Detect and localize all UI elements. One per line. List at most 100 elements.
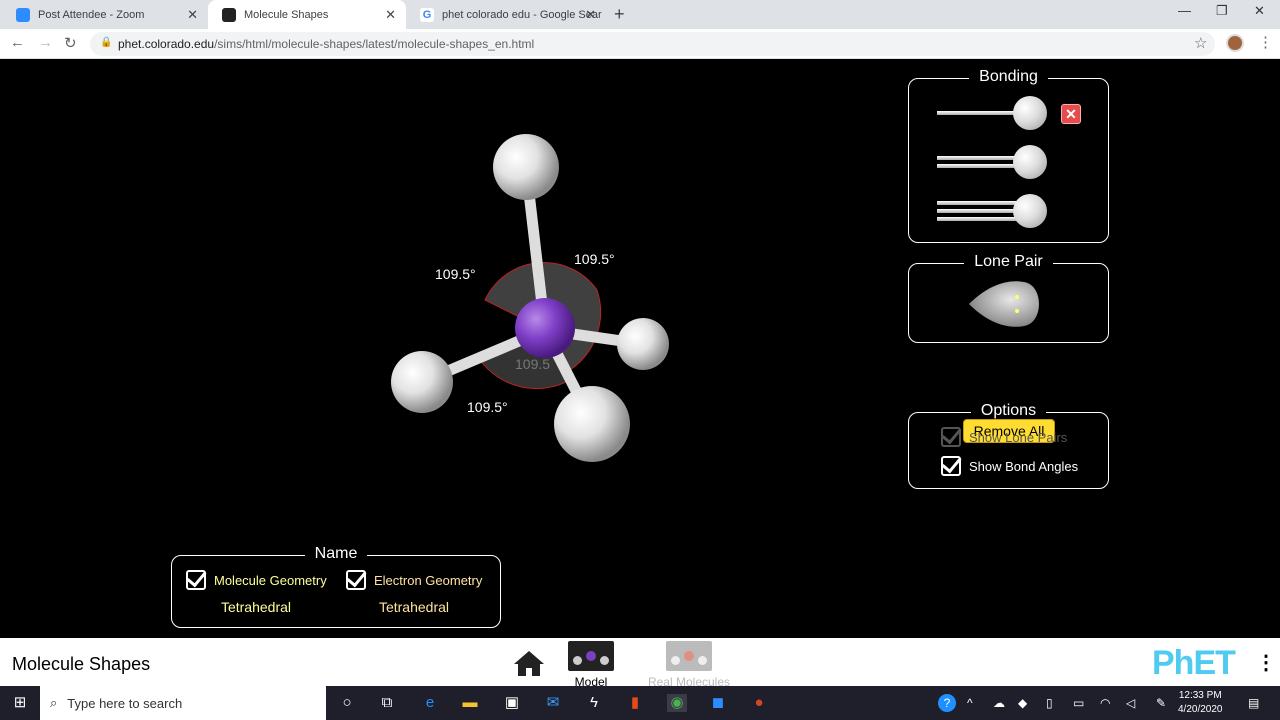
- molecule-geometry-value: Tetrahedral: [220, 599, 292, 615]
- model-screen-icon: [568, 641, 614, 671]
- show-bond-angles-checkbox[interactable]: Show Bond Angles: [941, 456, 1078, 476]
- minimize-icon[interactable]: —: [1178, 3, 1191, 18]
- maximize-icon[interactable]: ❐: [1216, 3, 1228, 19]
- home-icon[interactable]: [512, 649, 546, 677]
- bond-angle-label: 109.5°: [435, 266, 476, 282]
- phet-menu-icon[interactable]: ⋮: [1256, 650, 1276, 675]
- help-icon[interactable]: ?: [938, 694, 956, 712]
- checkbox-label: Molecule Geometry: [214, 572, 327, 588]
- sim-title: Molecule Shapes: [12, 654, 151, 674]
- checkbox-label: Show Lone Pairs: [969, 429, 1068, 445]
- browser-menu-icon[interactable]: ⋮: [1258, 33, 1273, 51]
- close-icon[interactable]: ✕: [585, 7, 596, 23]
- tab-zoom[interactable]: Post Attendee - Zoom ✕: [2, 0, 208, 29]
- molecule-geometry-checkbox[interactable]: Molecule Geometry: [186, 570, 327, 590]
- tray-expand-icon[interactable]: ^: [967, 696, 973, 710]
- microphone-icon[interactable]: ▯: [1046, 696, 1053, 710]
- tab-title: phet colorado edu - Google Sear: [442, 8, 602, 21]
- simulation-canvas[interactable]: 109.5° 109.5° 109.5° 109.5 Bonding ✕ Lon…: [0, 60, 1280, 689]
- window-close-icon[interactable]: ✕: [1254, 3, 1265, 19]
- volume-icon[interactable]: ◁: [1126, 696, 1135, 710]
- atom-top[interactable]: [493, 134, 559, 200]
- screen-button-real-molecules[interactable]: Real Molecules: [640, 641, 738, 689]
- bond-angle-label: 109.5°: [574, 251, 615, 267]
- show-lone-pairs-checkbox[interactable]: Show Lone Pairs: [941, 427, 1067, 447]
- triple-bond-button[interactable]: [937, 194, 1052, 228]
- electron-geometry-checkbox[interactable]: Electron Geometry: [346, 570, 482, 590]
- address-bar: ← → ↻ 🔒 phet.colorado.edu/sims/html/mole…: [0, 29, 1280, 59]
- office-icon[interactable]: ▮: [625, 694, 645, 712]
- battery-icon[interactable]: ▭: [1073, 696, 1084, 710]
- mail-icon[interactable]: ✉: [543, 694, 563, 712]
- edge-icon[interactable]: e: [420, 694, 440, 712]
- close-icon[interactable]: ✕: [187, 7, 198, 23]
- phet-icon: [222, 7, 236, 22]
- lock-icon: 🔒: [100, 37, 113, 48]
- app-icon[interactable]: ϟ: [584, 694, 604, 712]
- wifi-icon[interactable]: ◠: [1100, 696, 1110, 710]
- tab-title: Post Attendee - Zoom: [38, 8, 145, 21]
- tab-molecule-shapes[interactable]: Molecule Shapes ✕: [208, 0, 406, 29]
- bookmark-star-icon[interactable]: ☆: [1194, 34, 1207, 52]
- remove-bond-button[interactable]: ✕: [1061, 104, 1081, 124]
- file-explorer-icon[interactable]: ▬: [460, 694, 480, 712]
- profile-avatar[interactable]: [1226, 34, 1244, 52]
- name-panel: Name Molecule Geometry Electron Geometry…: [171, 545, 501, 628]
- browser-tab-bar: Post Attendee - Zoom ✕ Molecule Shapes ✕…: [0, 0, 1280, 29]
- double-bond-button[interactable]: [937, 145, 1052, 179]
- taskbar-search-box[interactable]: ⌕ Type here to search: [40, 686, 326, 720]
- options-panel: Options Show Lone Pairs Show Bond Angles: [908, 402, 1109, 489]
- cortana-icon[interactable]: ○: [337, 694, 357, 712]
- close-icon[interactable]: ✕: [385, 7, 396, 23]
- clock-date: 4/20/2020: [1178, 704, 1223, 715]
- store-icon[interactable]: ▣: [502, 694, 522, 712]
- single-bond-button[interactable]: [937, 96, 1052, 130]
- pen-icon[interactable]: ✎: [1156, 696, 1166, 710]
- windows-taskbar: ⊞ ⌕ Type here to search ○ ⧉ e ▬ ▣ ✉ ϟ ▮ …: [0, 686, 1280, 720]
- panel-title: Lone Pair: [964, 253, 1053, 270]
- atom-left[interactable]: [391, 351, 453, 413]
- checkbox-icon: [941, 427, 961, 447]
- zoom-icon: [16, 7, 30, 22]
- onedrive-icon[interactable]: ☁: [993, 696, 1005, 710]
- bond-angle-label: 109.5: [515, 356, 551, 372]
- phet-navigation-bar: Molecule Shapes Model Real Molecules PhE…: [0, 638, 1280, 689]
- taskbar-clock[interactable]: 12:33 PM 4/20/2020: [1178, 689, 1223, 717]
- panel-title: Bonding: [969, 68, 1048, 85]
- dropbox-icon[interactable]: ◆: [1018, 696, 1027, 710]
- powerpoint-icon[interactable]: ●: [749, 694, 769, 712]
- bonding-panel: Bonding ✕: [908, 68, 1109, 243]
- phet-logo[interactable]: PhET: [1152, 644, 1236, 683]
- checkbox-icon: [186, 570, 206, 590]
- zoom-icon[interactable]: ◼: [708, 694, 728, 712]
- lone-pair-button[interactable]: [969, 279, 1049, 329]
- forward-icon[interactable]: →: [38, 34, 53, 51]
- checkbox-label: Show Bond Angles: [969, 458, 1079, 474]
- windows-start-icon[interactable]: ⊞: [10, 694, 30, 712]
- new-tab-icon[interactable]: +: [614, 4, 625, 25]
- lone-pair-panel: Lone Pair: [908, 253, 1109, 343]
- google-icon: G: [420, 7, 434, 22]
- task-view-icon[interactable]: ⧉: [377, 694, 397, 712]
- bond-angle-label: 109.5°: [467, 399, 508, 415]
- atom-bottom[interactable]: [554, 386, 630, 462]
- screen-button-model[interactable]: Model: [567, 641, 615, 689]
- url-path: /sims/html/molecule-shapes/latest/molecu…: [214, 37, 535, 51]
- url-field[interactable]: 🔒 phet.colorado.edu/sims/html/molecule-s…: [90, 32, 1215, 56]
- real-molecules-screen-icon: [666, 641, 712, 671]
- molecule-view[interactable]: [0, 60, 900, 560]
- panel-title: Options: [970, 402, 1047, 419]
- back-icon[interactable]: ←: [10, 34, 25, 51]
- checkbox-icon: [346, 570, 366, 590]
- reload-icon[interactable]: ↻: [64, 34, 77, 52]
- search-icon: ⌕: [50, 695, 58, 710]
- chrome-icon[interactable]: ◉: [667, 694, 687, 712]
- tab-google-search[interactable]: G phet colorado edu - Google Sear ✕: [406, 0, 606, 29]
- atom-right[interactable]: [617, 318, 669, 370]
- checkbox-label: Electron Geometry: [374, 572, 483, 588]
- central-atom[interactable]: [515, 298, 575, 358]
- search-placeholder: Type here to search: [67, 695, 183, 711]
- notifications-icon[interactable]: ▤: [1248, 696, 1259, 710]
- url-domain: phet.colorado.edu: [118, 37, 215, 51]
- tab-title: Molecule Shapes: [244, 8, 329, 21]
